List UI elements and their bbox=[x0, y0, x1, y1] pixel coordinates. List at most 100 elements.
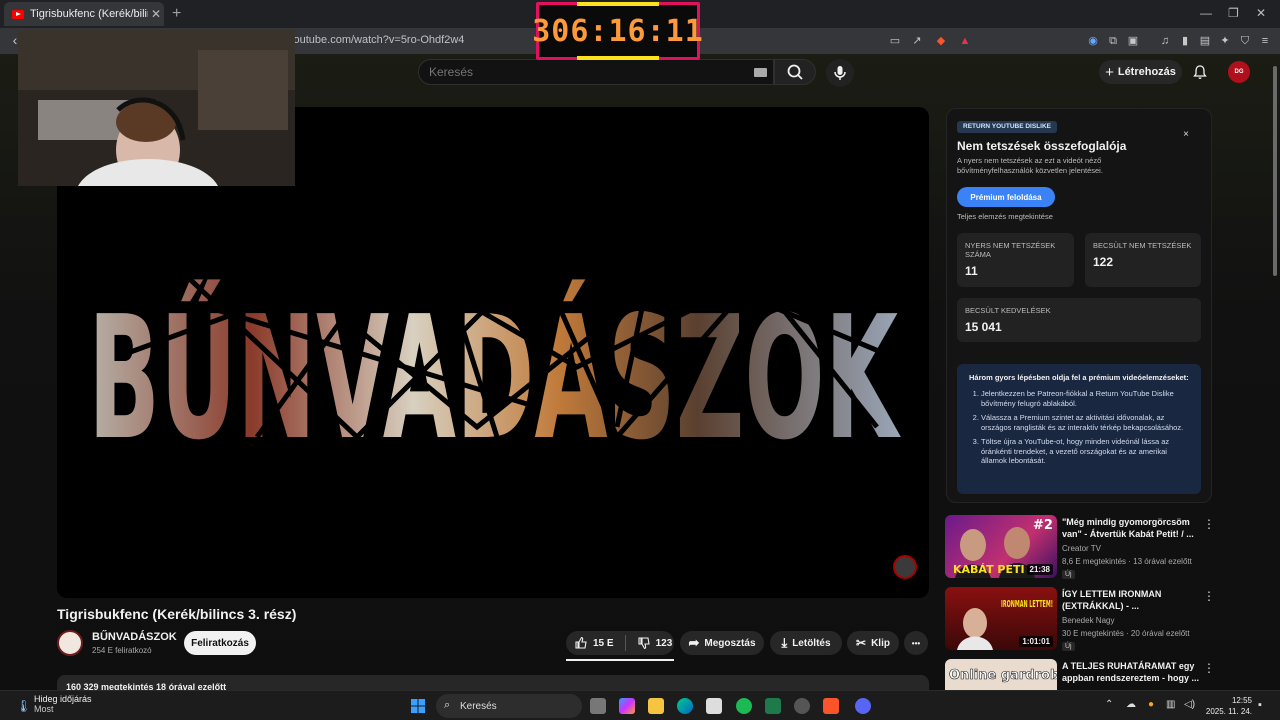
brave-icon[interactable] bbox=[823, 698, 839, 714]
ryd-tag: RETURN YOUTUBE DISLIKE bbox=[957, 121, 1057, 133]
new-badge: Új bbox=[1062, 642, 1075, 651]
est-dislikes-label: BECSÜLT NEM TETSZÉSEK bbox=[1093, 241, 1192, 250]
youtube-favicon-icon bbox=[12, 9, 24, 19]
ryd-ratio-bar bbox=[566, 659, 674, 661]
recommendation-title[interactable]: "Még mindig gyomorgörcsöm van" - Átvertü… bbox=[1062, 516, 1202, 540]
keyboard-icon[interactable] bbox=[754, 68, 767, 77]
clip-button[interactable]: ✂ Klip bbox=[847, 631, 899, 655]
channel-name[interactable]: BŰNVADÁSZOK bbox=[92, 631, 177, 643]
recommendation-item[interactable]: KABÁT PETI #2 21:38 "Még mindig gyomorgö… bbox=[945, 515, 1225, 580]
file-explorer-icon[interactable] bbox=[648, 698, 664, 714]
maximize-icon[interactable]: ❐ bbox=[1228, 6, 1239, 20]
full-analysis-link[interactable]: Teljes elemzés megtekintése bbox=[957, 212, 1053, 221]
like-button[interactable]: 15 E bbox=[574, 636, 614, 650]
share-button[interactable]: ➦ Megosztás bbox=[680, 631, 764, 655]
url-field[interactable]: youtube.com/watch?v=5ro-Ohdf2w4 bbox=[288, 34, 464, 46]
download-button[interactable]: ⤓ Letöltés bbox=[770, 631, 842, 655]
windows-taskbar: Hideg időjárás Most 🌡 ⌕ Keresés ⌃ ☁ ● ▥ … bbox=[0, 690, 1280, 720]
user-avatar[interactable]: DG bbox=[1228, 61, 1250, 83]
menu-icon[interactable]: ≡ bbox=[1258, 34, 1272, 48]
channel-avatar[interactable] bbox=[57, 630, 83, 656]
vpn-icon[interactable]: ⛉ bbox=[1238, 34, 1252, 48]
scissors-icon: ✂ bbox=[856, 636, 867, 650]
spotify-icon[interactable] bbox=[736, 698, 752, 714]
timer-accent-top bbox=[577, 2, 659, 6]
search-input[interactable] bbox=[419, 60, 739, 84]
recommendation-channel[interactable]: Benedek Nagy bbox=[1062, 616, 1114, 625]
like-count: 15 E bbox=[593, 637, 614, 649]
channel-watermark-icon[interactable] bbox=[893, 555, 917, 579]
cast-icon[interactable]: ▭ bbox=[888, 34, 902, 48]
create-button[interactable]: + Létrehozás bbox=[1099, 60, 1182, 84]
kebab-menu-icon[interactable]: ⋮ bbox=[1203, 517, 1215, 531]
est-dislikes-value: 122 bbox=[1093, 255, 1114, 269]
recommendation-item[interactable]: Online gardrob A TELJES RUHATÁRAMAT egy … bbox=[945, 659, 1225, 690]
page-scrollbar[interactable] bbox=[1272, 56, 1278, 690]
subscribe-button[interactable]: Feliratkozás bbox=[184, 631, 256, 655]
recommendation-item[interactable]: IRONMAN LETTEM! 1:01:01 ÍGY LETTEM IRONM… bbox=[945, 587, 1225, 652]
tray-chevron-icon[interactable]: ⌃ bbox=[1105, 699, 1113, 710]
video-title: Tigrisbukfenc (Kerék/bilincs 3. rész) bbox=[57, 606, 297, 622]
raw-dislikes-label: NYERS NEM TETSZÉSEK SZÁMA bbox=[965, 241, 1056, 259]
download-icon: ⤓ bbox=[781, 635, 788, 650]
clock-time: 12:55 bbox=[1231, 696, 1252, 705]
thumbnail-text: KABÁT PETI bbox=[953, 563, 1025, 576]
mic-tray-icon[interactable]: ● bbox=[1148, 699, 1154, 710]
edge-icon[interactable] bbox=[677, 698, 693, 714]
task-view-icon[interactable] bbox=[590, 698, 606, 714]
windows-start-icon[interactable] bbox=[410, 698, 426, 714]
browser-tab[interactable]: Tigrisbukfenc (Kerék/bilincs 3. rész) ✕ bbox=[4, 2, 164, 26]
window-close-icon[interactable]: ✕ bbox=[1256, 6, 1266, 20]
recommendation-title[interactable]: ÍGY LETTEM IRONMAN (EXTRÁKKAL) - ... bbox=[1062, 588, 1202, 612]
brave-shield-icon[interactable]: ◆ bbox=[934, 34, 948, 48]
ryd-subtitle: A nyers nem tetszések az ezt a videót né… bbox=[957, 156, 1103, 175]
duration-badge: 21:38 bbox=[1026, 564, 1053, 575]
thumbnail-number: #2 bbox=[1033, 518, 1053, 533]
search-button[interactable] bbox=[774, 59, 816, 85]
recommendation-thumbnail[interactable]: KABÁT PETI #2 21:38 bbox=[945, 515, 1057, 578]
premium-unlock-button[interactable]: Prémium feloldása bbox=[957, 187, 1055, 207]
network-icon[interactable]: ▥ bbox=[1166, 699, 1175, 710]
volume-icon[interactable]: ◁) bbox=[1184, 699, 1195, 710]
promo-step: Válassza a Premium szintet az aktivitási… bbox=[981, 413, 1189, 432]
more-actions-button[interactable]: ••• bbox=[904, 631, 928, 655]
cloud-icon[interactable]: ☁ bbox=[1126, 699, 1136, 710]
music-icon[interactable]: ♫ bbox=[1158, 34, 1172, 48]
recommendation-thumbnail[interactable]: Online gardrob bbox=[945, 659, 1057, 690]
system-clock[interactable]: 12:55 2025. 11. 24. bbox=[1204, 695, 1252, 717]
voice-search-button[interactable] bbox=[826, 59, 854, 87]
leo-ai-icon[interactable]: ✦ bbox=[1218, 34, 1232, 48]
webcam-feed bbox=[18, 30, 295, 186]
extensions-icon[interactable]: ⧉ bbox=[1106, 34, 1120, 48]
speaker-icon[interactable]: ◉ bbox=[1086, 34, 1100, 48]
dislike-count: 123 bbox=[655, 637, 673, 649]
steam-icon[interactable] bbox=[794, 698, 810, 714]
dislike-button[interactable]: 123 bbox=[637, 636, 673, 650]
minimize-icon[interactable]: — bbox=[1200, 6, 1212, 20]
like-dislike-group: 15 E 123 bbox=[566, 631, 674, 655]
taskbar-search[interactable]: ⌕ Keresés bbox=[436, 694, 582, 718]
wallet-icon[interactable]: ▤ bbox=[1198, 34, 1212, 48]
sidebar-icon[interactable]: ▮ bbox=[1178, 34, 1192, 48]
recommendation-title[interactable]: A TELJES RUHATÁRAMAT egy appban rendszer… bbox=[1062, 660, 1202, 684]
notifications-tray-icon[interactable]: ▪ bbox=[1258, 699, 1262, 711]
notifications-bell-icon[interactable] bbox=[1192, 64, 1208, 80]
clip-label: Klip bbox=[871, 637, 890, 649]
kebab-menu-icon[interactable]: ⋮ bbox=[1203, 589, 1215, 603]
tab-close-icon[interactable]: ✕ bbox=[148, 7, 164, 21]
recommendation-channel[interactable]: Creator TV bbox=[1062, 544, 1101, 553]
kebab-menu-icon[interactable]: ⋮ bbox=[1203, 661, 1215, 675]
share-page-icon[interactable]: ↗ bbox=[910, 34, 924, 48]
store-icon[interactable] bbox=[706, 698, 722, 714]
search-box[interactable] bbox=[418, 59, 774, 85]
discord-icon[interactable] bbox=[855, 698, 871, 714]
screenshot-icon[interactable]: ▣ bbox=[1126, 34, 1140, 48]
ryd-close-icon[interactable]: × bbox=[1183, 129, 1189, 140]
excel-icon[interactable] bbox=[765, 698, 781, 714]
brave-rewards-icon[interactable]: ▲ bbox=[958, 34, 972, 48]
recommendation-thumbnail[interactable]: IRONMAN LETTEM! 1:01:01 bbox=[945, 587, 1057, 650]
copilot-icon[interactable] bbox=[619, 698, 635, 714]
promo-heading: Három gyors lépésben oldja fel a prémium… bbox=[969, 373, 1189, 382]
scrollbar-thumb[interactable] bbox=[1273, 66, 1277, 276]
new-tab-button[interactable]: + bbox=[172, 5, 181, 23]
